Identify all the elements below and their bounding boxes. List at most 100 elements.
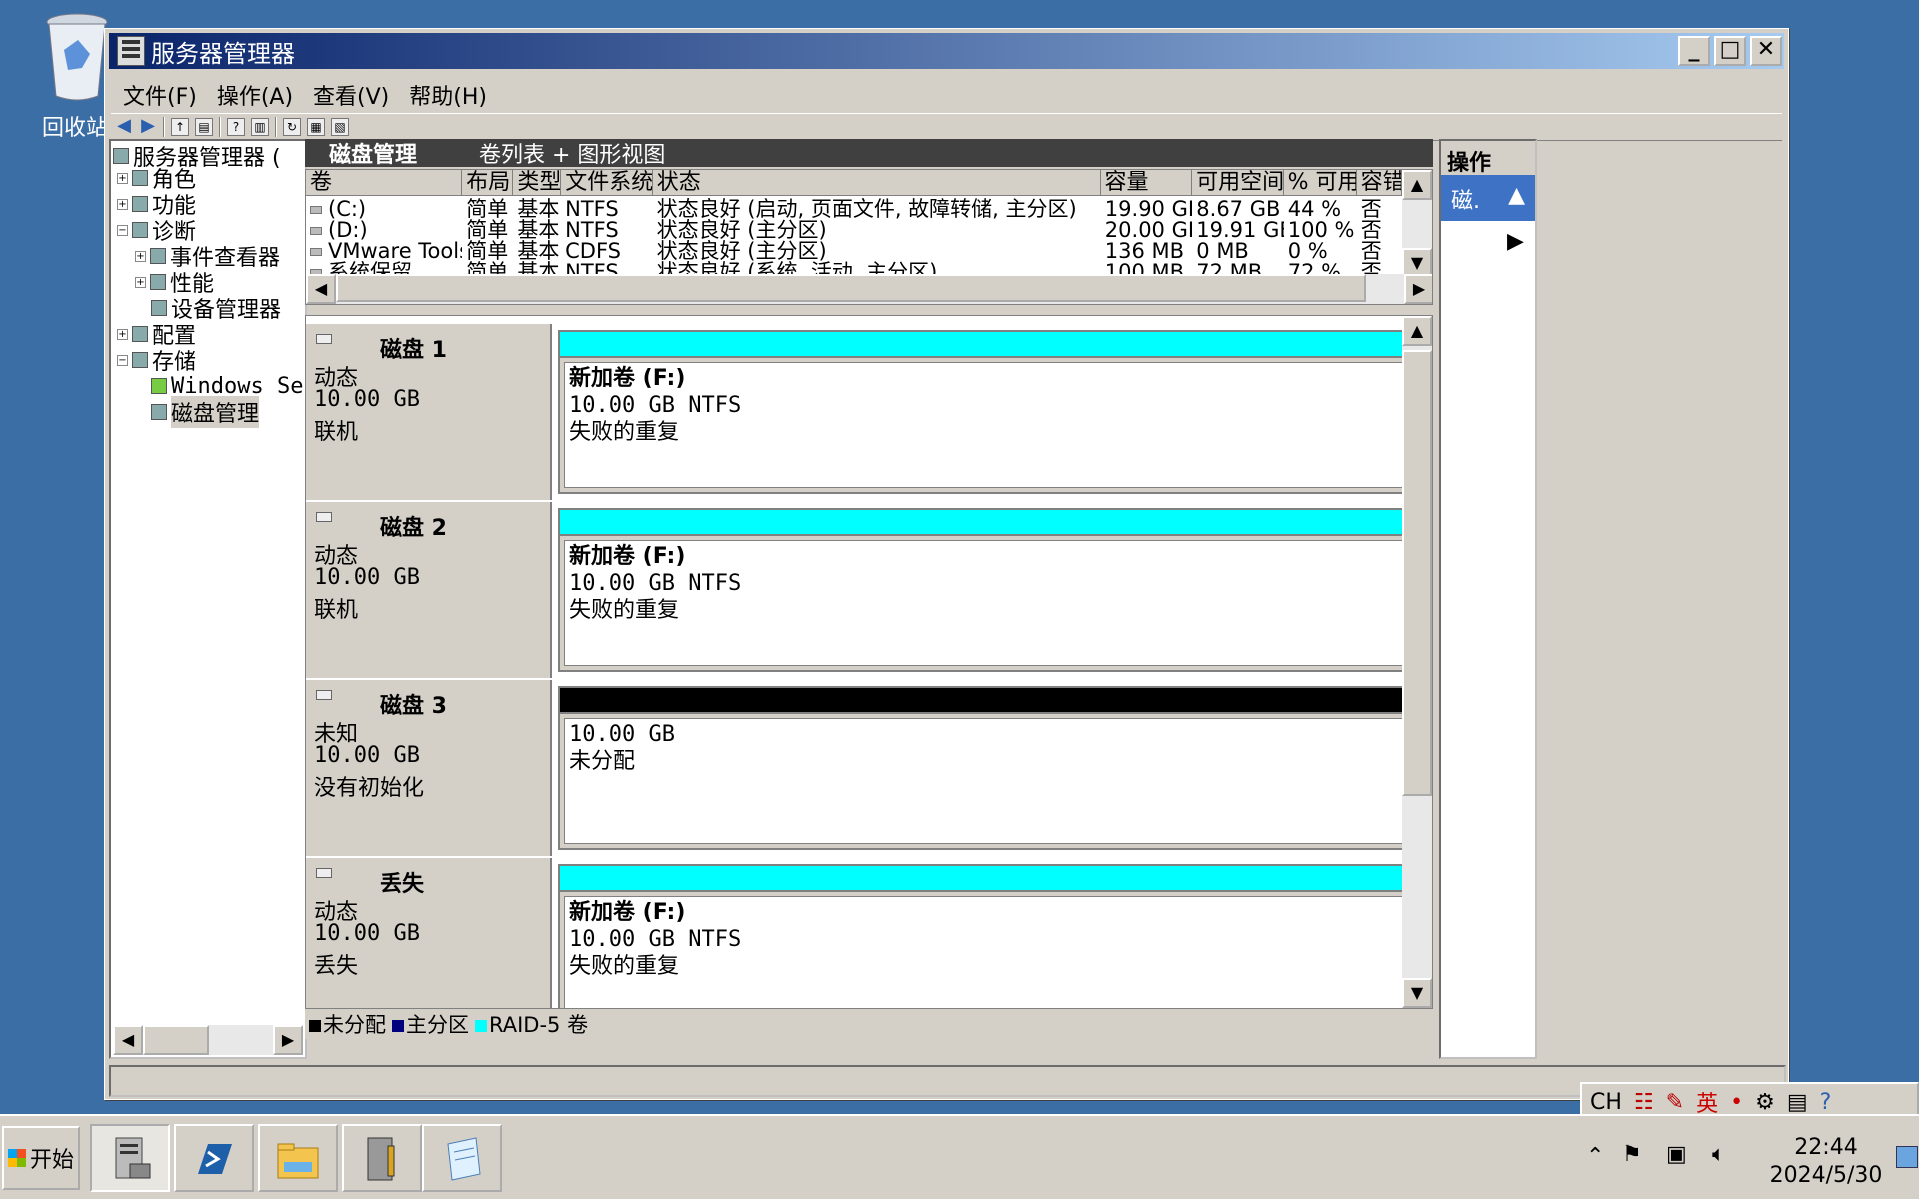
taskbar-powershell[interactable]: [174, 1124, 254, 1192]
start-button[interactable]: 开始: [2, 1126, 80, 1190]
taskbar-server-manager[interactable]: [90, 1124, 170, 1192]
volume-muted-icon[interactable]: 🔈︎: [1712, 1142, 1725, 1167]
system-tray: ⌃ ⚑ ▣ 🔈︎ 22:44 2024/5/30: [1582, 1126, 1919, 1192]
volume-list-vertical-scrollbar[interactable]: ▲ ▼: [1402, 170, 1432, 278]
scrollbar-thumb[interactable]: [336, 274, 1366, 302]
volume-block[interactable]: 新加卷 (F:) 10.00 GB NTFS 失败的重复: [558, 508, 1432, 672]
actions-title: 操作: [1441, 141, 1535, 176]
action-center-flag-icon[interactable]: ⚑: [1622, 1142, 1642, 1167]
volume-block[interactable]: 新加卷 (F:) 10.00 GB NTFS 失败的重复: [558, 330, 1432, 494]
show-hidden-icons-icon[interactable]: ⌃: [1586, 1144, 1604, 1169]
volume-name: 新加卷 (F:): [569, 366, 686, 391]
column-fault-tolerance[interactable]: 容错: [1356, 170, 1402, 196]
taskbar-server-tools[interactable]: [342, 1124, 422, 1192]
scroll-left-icon[interactable]: ◀: [306, 274, 336, 304]
show-desktop-icon[interactable]: [1896, 1146, 1918, 1168]
tree-item-storage[interactable]: − 存储: [117, 347, 196, 375]
help-icon[interactable]: ?: [227, 118, 245, 136]
disk-info[interactable]: 磁盘 3 未知 10.00 GB 没有初始化: [306, 680, 552, 856]
up-folder-icon[interactable]: ↑: [171, 118, 189, 136]
clock-date: 2024/5/30: [1769, 1163, 1883, 1188]
minimize-button[interactable]: _: [1678, 36, 1710, 66]
scrollbar-track[interactable]: [209, 1025, 273, 1055]
volume-color-bar: [560, 866, 1432, 892]
disk-name: 磁盘 1: [380, 338, 447, 363]
menu-view[interactable]: 查看(V): [303, 75, 399, 110]
column-layout[interactable]: 布局: [462, 170, 514, 196]
more-actions-arrow-icon[interactable]: ▶: [1507, 229, 1524, 254]
column-filesystem[interactable]: 文件系统: [561, 170, 653, 196]
tree-item-disk-management[interactable]: 磁盘管理: [151, 396, 260, 428]
ime-handwriting-icon[interactable]: ✎: [1666, 1090, 1684, 1115]
scrollbar-thumb[interactable]: [1402, 350, 1432, 796]
disk-size: 10.00 GB: [314, 387, 420, 412]
expand-icon[interactable]: +: [117, 198, 128, 210]
expand-icon[interactable]: +: [117, 172, 128, 184]
properties-icon[interactable]: ▦: [307, 118, 325, 136]
forward-arrow-icon[interactable]: ▶: [139, 117, 157, 136]
ime-pinyin-icon[interactable]: ☷: [1634, 1090, 1654, 1115]
scroll-left-icon[interactable]: ◀: [113, 1025, 143, 1055]
disk-management-icon: [151, 404, 167, 420]
server-tools-icon: [367, 1137, 395, 1181]
scrollbar-track[interactable]: [1366, 274, 1404, 304]
scroll-up-icon[interactable]: ▲: [1402, 170, 1432, 200]
disk-view-vertical-scrollbar[interactable]: ▲ ▼: [1402, 316, 1432, 1008]
maximize-button[interactable]: □: [1714, 36, 1746, 66]
close-button[interactable]: ✕: [1750, 36, 1782, 66]
volume-list-horizontal-scrollbar[interactable]: ◀ ▶: [306, 274, 1432, 304]
taskbar-explorer[interactable]: [258, 1124, 338, 1192]
ime-menu-icon[interactable]: ▤: [1787, 1090, 1808, 1115]
scroll-down-icon[interactable]: ▼: [1402, 978, 1432, 1008]
disk-settings-icon[interactable]: ▧: [331, 118, 349, 136]
expand-icon[interactable]: +: [135, 276, 146, 288]
server-icon: [113, 148, 129, 164]
actions-pane: 操作 磁. ▲ ▶: [1439, 139, 1537, 1059]
collapse-icon[interactable]: −: [117, 354, 128, 366]
actions-selected-group[interactable]: 磁. ▲: [1441, 175, 1535, 221]
column-capacity[interactable]: 容量: [1100, 170, 1193, 196]
volume-status: 失败的重复: [569, 598, 680, 623]
column-status[interactable]: 状态: [652, 170, 1101, 196]
toolbar-separator: [219, 117, 221, 137]
collapse-up-icon[interactable]: ▲: [1508, 183, 1525, 213]
ime-tools-icon[interactable]: ⚙: [1755, 1090, 1775, 1115]
scroll-right-icon[interactable]: ▶: [1404, 274, 1432, 304]
network-icon[interactable]: ▣: [1666, 1142, 1687, 1167]
menu-help[interactable]: 帮助(H): [399, 75, 497, 110]
tree-horizontal-scrollbar[interactable]: ◀ ▶: [113, 1025, 303, 1055]
server-manager-icon: [115, 1137, 151, 1179]
menu-action[interactable]: 操作(A): [207, 75, 303, 110]
show-hide-tree-icon[interactable]: ▤: [195, 118, 213, 136]
volume-block[interactable]: 10.00 GB 未分配: [558, 686, 1432, 850]
toolbar-separator: [275, 117, 277, 137]
disk-status: 丢失: [314, 954, 359, 979]
ime-language[interactable]: CH: [1590, 1090, 1622, 1115]
disk-info[interactable]: 磁盘 1 动态 10.00 GB 联机: [306, 324, 552, 500]
ime-punctuation-icon[interactable]: •: [1730, 1090, 1743, 1115]
scrollbar-thumb[interactable]: [143, 1025, 209, 1055]
recycle-bin-label: 回收站: [42, 116, 109, 141]
disk-row: 磁盘 2 动态 10.00 GB 联机 新加卷 (F:) 10.00 GB NTFS 失败的…: [306, 502, 1432, 680]
menu-file[interactable]: 文件(F): [113, 75, 207, 110]
column-free-space[interactable]: 可用空间: [1192, 170, 1284, 196]
refresh-icon[interactable]: ↻: [283, 118, 301, 136]
scroll-up-icon[interactable]: ▲: [1402, 316, 1432, 346]
column-volume[interactable]: 卷: [306, 170, 463, 196]
expand-icon[interactable]: +: [117, 328, 128, 340]
ime-help-icon[interactable]: ?: [1820, 1090, 1832, 1115]
clock[interactable]: 22:44 2024/5/30: [1766, 1134, 1886, 1190]
column-percent-free[interactable]: % 可用: [1283, 170, 1357, 196]
taskbar-notepad[interactable]: [422, 1124, 502, 1192]
column-type[interactable]: 类型: [513, 170, 562, 196]
back-arrow-icon[interactable]: ◀: [115, 117, 133, 136]
disk-info[interactable]: 丢失 动态 10.00 GB 丢失: [306, 858, 552, 1008]
expand-icon[interactable]: +: [135, 250, 146, 262]
scroll-right-icon[interactable]: ▶: [273, 1025, 303, 1055]
scrollbar-track[interactable]: [1402, 200, 1432, 248]
volume-block[interactable]: 新加卷 (F:) 10.00 GB NTFS 失败的重复: [558, 864, 1432, 1008]
disk-info[interactable]: 磁盘 2 动态 10.00 GB 联机: [306, 502, 552, 678]
collapse-icon[interactable]: −: [117, 224, 128, 236]
title-bar[interactable]: 服务器管理器 _ □ ✕: [109, 33, 1784, 69]
show-hide-action-pane-icon[interactable]: ▥: [251, 118, 269, 136]
